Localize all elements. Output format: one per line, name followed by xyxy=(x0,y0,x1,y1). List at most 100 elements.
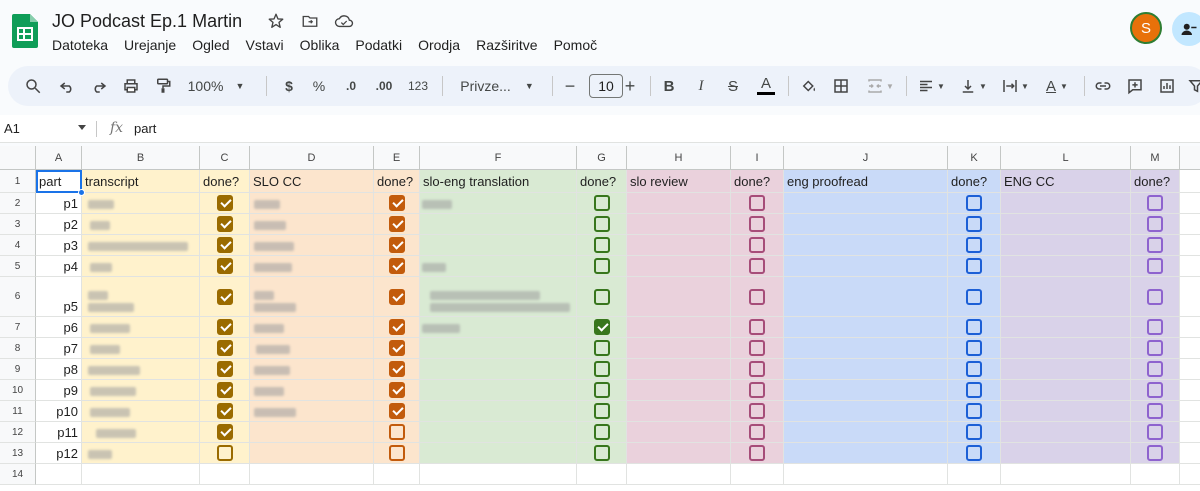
checkbox-cell[interactable] xyxy=(1131,235,1180,256)
checkbox-unchecked[interactable] xyxy=(749,216,765,232)
checkbox-cell[interactable] xyxy=(731,256,784,277)
part-cell[interactable]: p2 xyxy=(36,214,82,235)
row-header-8[interactable]: 8 xyxy=(0,338,36,359)
checkbox-cell[interactable] xyxy=(374,256,420,277)
checkbox-unchecked[interactable] xyxy=(1147,403,1163,419)
empty-cell[interactable] xyxy=(1180,338,1200,359)
menu-tools[interactable]: Orodja xyxy=(410,37,468,53)
data-cell[interactable] xyxy=(784,317,948,338)
checkbox-checked[interactable] xyxy=(216,237,233,253)
checkbox-unchecked[interactable] xyxy=(593,424,610,440)
checkbox-checked[interactable] xyxy=(388,340,405,356)
checkbox-cell[interactable] xyxy=(948,338,1001,359)
checkbox-checked[interactable] xyxy=(216,424,233,440)
column-header-k[interactable]: K xyxy=(948,146,1001,170)
data-cell[interactable] xyxy=(420,235,577,256)
select-all-corner[interactable] xyxy=(0,146,36,170)
data-cell[interactable] xyxy=(784,235,948,256)
data-cell[interactable] xyxy=(784,277,948,317)
checkbox-cell[interactable] xyxy=(948,235,1001,256)
text-color-button[interactable]: A xyxy=(754,66,778,106)
checkbox-cell[interactable] xyxy=(577,401,627,422)
data-cell[interactable] xyxy=(82,317,200,338)
checkbox-unchecked[interactable] xyxy=(593,340,610,356)
checkbox-cell[interactable] xyxy=(200,193,250,214)
part-cell[interactable]: p3 xyxy=(36,235,82,256)
empty-cell[interactable] xyxy=(1180,317,1200,338)
column-header-f[interactable]: F xyxy=(420,146,577,170)
row-header-6[interactable]: 6 xyxy=(0,277,36,317)
checkbox-cell[interactable] xyxy=(731,443,784,464)
checkbox-cell[interactable] xyxy=(731,235,784,256)
checkbox-unchecked[interactable] xyxy=(966,319,982,335)
row-header-9[interactable]: 9 xyxy=(0,359,36,380)
increase-decimal-button[interactable]: .00 xyxy=(370,66,398,106)
column-header-g[interactable]: G xyxy=(577,146,627,170)
checkbox-unchecked[interactable] xyxy=(1147,424,1163,440)
part-cell[interactable]: p9 xyxy=(36,380,82,401)
checkbox-unchecked[interactable] xyxy=(966,382,982,398)
star-icon[interactable] xyxy=(266,11,286,31)
checkbox-cell[interactable] xyxy=(374,338,420,359)
name-box[interactable]: A1 xyxy=(4,121,20,136)
print-icon[interactable] xyxy=(120,66,142,106)
empty-cell[interactable] xyxy=(731,464,784,485)
checkbox-cell[interactable] xyxy=(731,193,784,214)
checkbox-unchecked[interactable] xyxy=(1147,382,1163,398)
empty-cell[interactable] xyxy=(374,464,420,485)
checkbox-cell[interactable] xyxy=(731,317,784,338)
document-title[interactable]: JO Podcast Ep.1 Martin xyxy=(52,11,242,32)
data-cell[interactable] xyxy=(250,401,374,422)
data-cell[interactable] xyxy=(82,277,200,317)
merge-cells-icon[interactable]: ▼ xyxy=(862,66,898,106)
cloud-saved-icon[interactable] xyxy=(334,11,354,31)
header-cell-e[interactable]: done? xyxy=(374,170,420,193)
data-cell[interactable] xyxy=(1001,422,1131,443)
checkbox-cell[interactable] xyxy=(374,214,420,235)
row-header-7[interactable]: 7 xyxy=(0,317,36,338)
checkbox-cell[interactable] xyxy=(200,317,250,338)
checkbox-cell[interactable] xyxy=(1131,338,1180,359)
vertical-align-icon[interactable]: ▼ xyxy=(956,66,990,106)
checkbox-cell[interactable] xyxy=(948,380,1001,401)
data-cell[interactable] xyxy=(250,359,374,380)
header-cell-k[interactable]: done? xyxy=(948,170,1001,193)
checkbox-cell[interactable] xyxy=(948,193,1001,214)
menu-data[interactable]: Podatki xyxy=(347,37,410,53)
column-header-l[interactable]: L xyxy=(1001,146,1131,170)
paint-format-icon[interactable] xyxy=(152,66,174,106)
checkbox-unchecked[interactable] xyxy=(593,288,610,305)
menu-help[interactable]: Pomoč xyxy=(546,37,606,53)
checkbox-unchecked[interactable] xyxy=(1147,195,1163,211)
empty-cell[interactable] xyxy=(1180,380,1200,401)
data-cell[interactable] xyxy=(420,443,577,464)
data-cell[interactable] xyxy=(82,422,200,443)
data-cell[interactable] xyxy=(627,214,731,235)
data-cell[interactable] xyxy=(627,235,731,256)
data-cell[interactable] xyxy=(82,359,200,380)
data-cell[interactable] xyxy=(420,317,577,338)
data-cell[interactable] xyxy=(784,443,948,464)
checkbox-cell[interactable] xyxy=(1131,256,1180,277)
checkbox-cell[interactable] xyxy=(374,380,420,401)
menu-insert[interactable]: Vstavi xyxy=(238,37,292,53)
checkbox-cell[interactable] xyxy=(1131,214,1180,235)
menu-edit[interactable]: Urejanje xyxy=(116,37,184,53)
header-cell-i[interactable]: done? xyxy=(731,170,784,193)
borders-icon[interactable] xyxy=(830,66,852,106)
checkbox-unchecked[interactable] xyxy=(966,288,982,305)
column-header-h[interactable]: H xyxy=(627,146,731,170)
empty-cell[interactable] xyxy=(1180,214,1200,235)
data-cell[interactable] xyxy=(82,443,200,464)
data-cell[interactable] xyxy=(420,193,577,214)
header-cell-c[interactable]: done? xyxy=(200,170,250,193)
checkbox-cell[interactable] xyxy=(731,338,784,359)
checkbox-checked[interactable] xyxy=(388,195,405,211)
checkbox-checked[interactable] xyxy=(388,382,405,398)
header-cell-l[interactable]: ENG CC xyxy=(1001,170,1131,193)
format-percent-button[interactable]: % xyxy=(308,66,330,106)
part-cell[interactable]: p6 xyxy=(36,317,82,338)
data-cell[interactable] xyxy=(250,277,374,317)
checkbox-checked[interactable] xyxy=(388,403,405,419)
header-cell-d[interactable]: SLO CC xyxy=(250,170,374,193)
